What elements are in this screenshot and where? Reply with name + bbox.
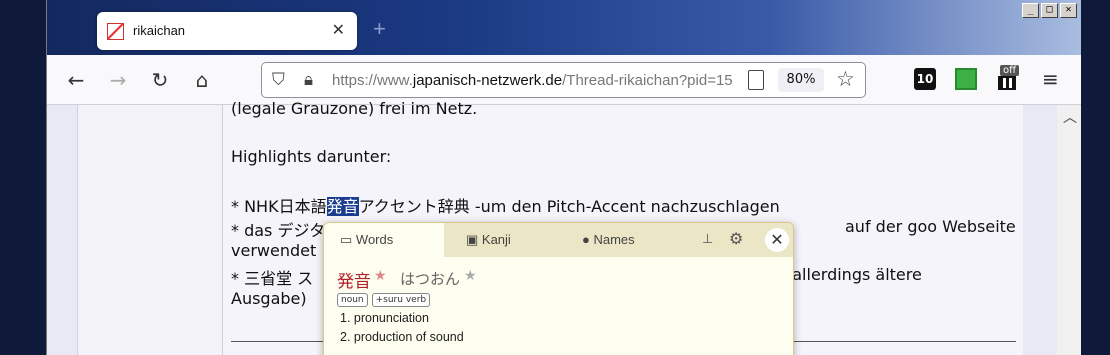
text-line: * das デジタ	[231, 221, 326, 240]
home-icon[interactable]: ⌂	[189, 67, 215, 93]
tag-suru-verb: +suru verb	[371, 293, 431, 307]
tab-title: rikaichan	[133, 23, 186, 38]
title-bar: rikaichan ✕ + _ □ ✕	[47, 0, 1081, 55]
text-line: verwendet	[231, 241, 317, 260]
tab-kanji[interactable]: ▣ Kanji	[466, 223, 511, 257]
back-arrow-icon[interactable]: ←	[63, 67, 89, 93]
text-line: * 三省堂 ス	[231, 269, 314, 288]
extension-green-icon[interactable]	[955, 68, 977, 90]
text-line: * NHK日本語発音アクセント辞典 -um den Pitch-Accent n…	[231, 197, 780, 216]
reader-view-icon[interactable]	[748, 70, 764, 90]
text-line: Ausgabe)	[231, 289, 307, 308]
shield-icon[interactable]: ⛉	[272, 70, 285, 90]
rikaichan-popup: ▭ Words ▣ Kanji ● Names ⊥ ⚙ ✕ 発音 ★ はつおん …	[323, 222, 794, 355]
extension-10-icon[interactable]: 10	[914, 68, 936, 90]
star-icon[interactable]: ★	[464, 268, 477, 284]
entry-kanji: 発音	[337, 272, 371, 292]
close-window-button[interactable]: ✕	[1060, 3, 1077, 18]
definition-item: 2. production of sound	[340, 330, 464, 344]
rikaichan-grid-icon	[998, 76, 1016, 90]
forward-arrow-icon[interactable]: →	[105, 67, 131, 93]
lock-icon[interactable]: 🔒︎	[304, 70, 313, 90]
pin-icon[interactable]: ⊥	[702, 232, 713, 247]
popup-tab-bar: ▭ Words ▣ Kanji ● Names ⊥ ⚙ ✕	[324, 223, 793, 257]
zoom-level[interactable]: 80%	[778, 68, 824, 92]
star-icon[interactable]: ★	[374, 268, 387, 284]
favicon-icon	[107, 23, 124, 40]
selected-text: 発音	[326, 197, 359, 216]
reload-icon[interactable]: ↻	[147, 67, 173, 93]
post-author-column	[77, 105, 223, 355]
rikaichan-extension-icon[interactable]: off	[998, 65, 1022, 91]
scrollbar[interactable]: ︿	[1057, 105, 1081, 355]
tab-words[interactable]: ▭ Words	[324, 223, 444, 257]
nav-toolbar: ← → ↻ ⌂ ⛉ 🔒︎ https://www.japanisch-netzw…	[47, 55, 1081, 105]
settings-gear-icon[interactable]: ⚙	[729, 229, 743, 248]
text-line: (legale Grauzone) frei im Netz.	[231, 99, 478, 118]
entry-kana: はつおん	[400, 270, 461, 288]
new-tab-button[interactable]: +	[373, 16, 386, 42]
definition-item: 1. pronunciation	[340, 311, 429, 325]
tag-noun: noun	[337, 293, 368, 307]
popup-close-button[interactable]: ✕	[765, 228, 789, 252]
text-line: Highlights darunter:	[231, 147, 392, 166]
minimize-button[interactable]: _	[1022, 3, 1039, 18]
url-bar[interactable]: ⛉ 🔒︎ https://www.japanisch-netzwerk.de/T…	[261, 62, 866, 98]
url-text[interactable]: https://www.japanisch-netzwerk.de/Thread…	[332, 72, 742, 89]
off-badge: off	[1000, 65, 1020, 76]
desktop: rikaichan ✕ + _ □ ✕ ← → ↻ ⌂ ⛉ 🔒︎ https:/…	[0, 0, 1110, 355]
kanji-icon: ▣	[466, 232, 482, 247]
bookmark-star-icon[interactable]: ☆	[836, 67, 855, 91]
tab-close-icon[interactable]: ✕	[332, 20, 345, 39]
scroll-up-icon[interactable]: ︿	[1063, 107, 1077, 127]
person-icon: ●	[582, 232, 594, 247]
tab-rikaichan[interactable]: rikaichan ✕	[97, 12, 357, 50]
hamburger-menu-icon[interactable]: ≡	[1042, 67, 1059, 91]
text-line: auf der goo Webseite	[845, 217, 1016, 236]
entry-tags: noun +suru verb	[337, 293, 431, 307]
window-controls: _ □ ✕	[1022, 3, 1077, 18]
tab-names[interactable]: ● Names	[582, 223, 635, 257]
book-icon: ▭	[340, 232, 356, 247]
maximize-button[interactable]: □	[1041, 3, 1058, 18]
text-line: (allerdings ältere	[786, 265, 922, 284]
